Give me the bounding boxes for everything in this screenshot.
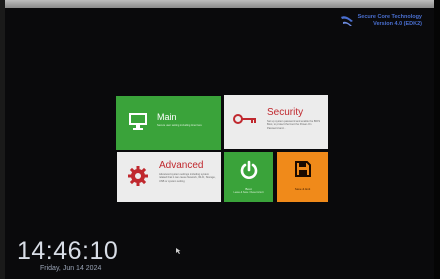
tile-security-title: Security [267,107,304,118]
brand-name: Secure Core Technology [357,14,422,20]
bios-screen: Secure Core Technology Version 4.0 (EDK2… [0,0,440,279]
clock-date: Friday, Jun 14 2024 [40,265,102,272]
tile-main[interactable]: Main Secure user setting including time … [116,96,221,150]
gear-icon [128,166,148,186]
tile-security-description: Set up system password and enable the BI… [267,120,321,130]
tile-advanced-description: Advanced system settings including syste… [159,173,216,183]
monitor-bezel-left [0,0,5,279]
monitor-icon [129,113,147,130]
brand-header: Secure Core Technology Version 4.0 (EDK2… [340,14,422,28]
brand-logo-icon [340,16,353,26]
mouse-cursor-icon [176,248,181,254]
tile-security[interactable]: Security Set up system password and enab… [224,95,328,149]
tile-save-label: Save & Exit [294,187,311,191]
tile-boot[interactable]: Boot Leave & Save / Reset & Exit [224,152,273,202]
key-icon [233,114,256,124]
tile-boot-sublabel: Leave & Save / Reset & Exit [233,191,264,194]
brand-text: Secure Core Technology Version 4.0 (EDK2… [358,14,422,28]
monitor-bezel-top [0,0,440,8]
floppy-disk-icon [295,161,311,177]
monitor-bezel-right [434,0,440,279]
clock-time: 14:46:10 [17,237,119,265]
tile-main-description: Secure user setting including time here [157,124,202,127]
power-icon [240,160,258,179]
tile-advanced[interactable]: Advanced Advanced system settings includ… [117,152,221,202]
tile-advanced-title: Advanced [159,160,204,171]
tile-save-exit[interactable]: Save & Exit [277,152,328,202]
tile-main-title: Main [157,112,177,122]
brand-version: Version 4.0 (EDK2) [373,21,422,27]
